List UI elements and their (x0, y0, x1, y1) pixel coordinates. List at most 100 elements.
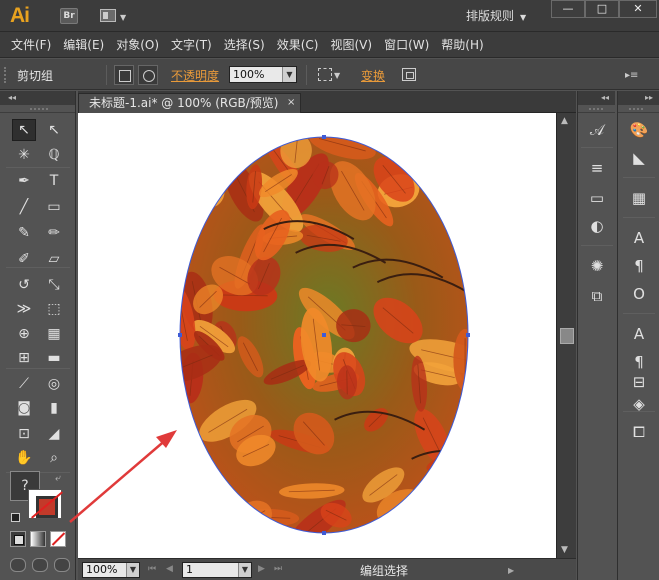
artboard-number-dropdown[interactable]: 1 ▼ (182, 562, 252, 578)
column-graph-tool-icon[interactable]: ▮ (42, 397, 66, 419)
rectangle-tool-icon[interactable]: ▭ (42, 196, 66, 218)
stroke-swatch[interactable] (28, 489, 62, 519)
color-mode-icon[interactable] (10, 531, 26, 547)
menu-help[interactable]: 帮助(H) (441, 36, 483, 53)
character-panel-icon[interactable]: A (627, 227, 651, 249)
menu-window[interactable]: 窗口(W) (384, 36, 429, 53)
free-transform-tool-icon[interactable]: ⬚ (42, 298, 66, 320)
magic-wand-tool-icon[interactable]: ✳ (12, 144, 36, 166)
selection-tool-icon[interactable]: ↖ (12, 119, 36, 141)
close-window-button[interactable]: ✕ (619, 0, 657, 18)
symbol-sprayer-tool-icon[interactable]: ◙ (12, 397, 36, 419)
paragraph-styles-panel-icon[interactable]: ¶ (627, 351, 651, 373)
bridge-button[interactable]: Br (60, 8, 78, 24)
close-tab-icon[interactable]: × (287, 94, 295, 112)
scroll-down-icon[interactable]: ▼ (561, 545, 568, 555)
workspace-switcher[interactable]: 排版规则 ▼ (466, 6, 546, 26)
menu-type[interactable]: 文字(T) (171, 36, 212, 53)
zoom-tool-icon[interactable]: ⌕ (42, 447, 66, 469)
arrange-documents-button[interactable]: ▼ (100, 9, 128, 23)
transparency-panel-icon[interactable]: ◐ (585, 215, 609, 237)
tools-panel-grip[interactable] (0, 105, 75, 113)
appearance-panel-icon[interactable]: ✺ (585, 255, 609, 277)
paragraph-panel-icon[interactable]: ¶ (627, 255, 651, 277)
opacity-dropdown[interactable]: 100% ▼ (229, 66, 297, 83)
blend-tool-icon[interactable]: ◎ (42, 373, 66, 395)
panel-menu-icon[interactable]: ▸≡ (625, 70, 638, 81)
menu-file[interactable]: 文件(F) (11, 36, 51, 53)
status-menu-icon[interactable]: ▶ (508, 566, 514, 575)
line-tool-icon[interactable]: ╱ (12, 196, 36, 218)
edit-contents-icon[interactable] (138, 65, 158, 85)
recolor-artwork-icon[interactable] (318, 68, 332, 81)
draw-normal-icon[interactable] (10, 558, 26, 572)
menu-view[interactable]: 视图(V) (330, 36, 372, 53)
gradient-tool-icon[interactable]: ▬ (42, 347, 66, 369)
last-artboard-icon[interactable]: ⏭ (274, 564, 282, 574)
opentype-panel-icon[interactable]: O (627, 283, 651, 305)
eyedropper-tool-icon[interactable]: ⟋ (12, 373, 36, 395)
direct-selection-tool-icon[interactable]: ↖ (42, 119, 66, 141)
rotate-tool-icon[interactable]: ↺ (12, 274, 36, 296)
width-tool-icon[interactable]: ≫ (12, 298, 36, 320)
transform-link[interactable]: 变换 (361, 67, 385, 84)
clipped-photo-oval[interactable] (78, 113, 556, 558)
character-styles-panel-icon[interactable]: A (627, 323, 651, 345)
slice-tool-icon[interactable]: ◢ (42, 423, 66, 445)
pen-tool-icon[interactable]: ✒ (12, 170, 36, 192)
expand-panels-icon[interactable]: ◂◂ (578, 91, 615, 105)
character-style-icon[interactable]: 𝒜 (585, 119, 609, 141)
chevron-down-icon[interactable]: ▼ (334, 71, 340, 80)
anchor-point[interactable] (466, 333, 470, 337)
menu-effect[interactable]: 效果(C) (277, 36, 319, 53)
menu-object[interactable]: 对象(O) (116, 36, 159, 53)
hand-tool-icon[interactable]: ✋ (12, 447, 36, 469)
chevron-down-icon[interactable]: ▼ (282, 67, 296, 82)
chevron-down-icon[interactable]: ▼ (238, 563, 251, 577)
swatches-panel-icon[interactable]: ▦ (627, 187, 651, 209)
anchor-point[interactable] (178, 333, 182, 337)
stroke-panel-icon[interactable]: ≡ (585, 157, 609, 179)
paintbrush-tool-icon[interactable]: ✎ (12, 222, 36, 244)
vertical-scrollbar[interactable]: ▲ ▼ (556, 113, 576, 558)
maximize-button[interactable]: □ (585, 0, 619, 18)
perspective-grid-tool-icon[interactable]: ▦ (42, 323, 66, 345)
previous-artboard-icon[interactable]: ◀ (166, 564, 173, 574)
opacity-label[interactable]: 不透明度 (171, 67, 219, 84)
none-mode-icon[interactable] (50, 531, 66, 547)
first-artboard-icon[interactable]: ⏮ (148, 564, 156, 574)
scrollbar-thumb[interactable] (560, 328, 574, 344)
minimize-button[interactable]: — (551, 0, 585, 18)
zoom-dropdown[interactable]: 100% ▼ (82, 562, 140, 578)
gradient-mode-icon[interactable] (30, 531, 46, 547)
draw-behind-icon[interactable] (32, 558, 48, 572)
menu-edit[interactable]: 编辑(E) (63, 36, 104, 53)
next-artboard-icon[interactable]: ▶ (258, 564, 265, 574)
graphic-styles-panel-icon[interactable]: ⧉ (585, 285, 609, 307)
collapse-panel-icon[interactable]: ◂◂ (0, 91, 75, 105)
mesh-tool-icon[interactable]: ⊞ (12, 347, 36, 369)
panel-grip[interactable] (618, 105, 659, 113)
chevron-down-icon[interactable]: ▼ (126, 563, 139, 577)
type-tool-icon[interactable]: T (42, 170, 66, 192)
edit-clipping-path-icon[interactable] (114, 65, 134, 85)
artboard-canvas[interactable] (78, 113, 556, 558)
document-tab[interactable]: 未标题-1.ai* @ 100% (RGB/预览) × (78, 93, 301, 113)
shape-builder-tool-icon[interactable]: ⊕ (12, 323, 36, 345)
gradient-panel-icon[interactable]: ▭ (585, 187, 609, 209)
color-panel-icon[interactable]: 🎨 (627, 119, 651, 141)
expand-panels-icon[interactable]: ▸▸ (618, 91, 659, 105)
scroll-up-icon[interactable]: ▲ (561, 116, 568, 126)
scale-tool-icon[interactable]: ⤡ (42, 274, 66, 296)
lasso-tool-icon[interactable]: ℚ (42, 144, 66, 166)
menu-select[interactable]: 选择(S) (224, 36, 265, 53)
pencil-tool-icon[interactable]: ✏ (42, 222, 66, 244)
artboards-panel-icon[interactable]: ⧠ (627, 421, 651, 443)
control-bar-grip[interactable] (4, 67, 8, 83)
anchor-point[interactable] (322, 135, 326, 139)
align-panel-icon[interactable]: ⊟ (627, 371, 651, 393)
screen-mode-icon[interactable] (54, 558, 70, 572)
swap-fill-stroke-icon[interactable]: ⤶ (55, 473, 61, 484)
artboard-tool-icon[interactable]: ⊡ (12, 423, 36, 445)
isolate-group-icon[interactable] (402, 68, 416, 81)
